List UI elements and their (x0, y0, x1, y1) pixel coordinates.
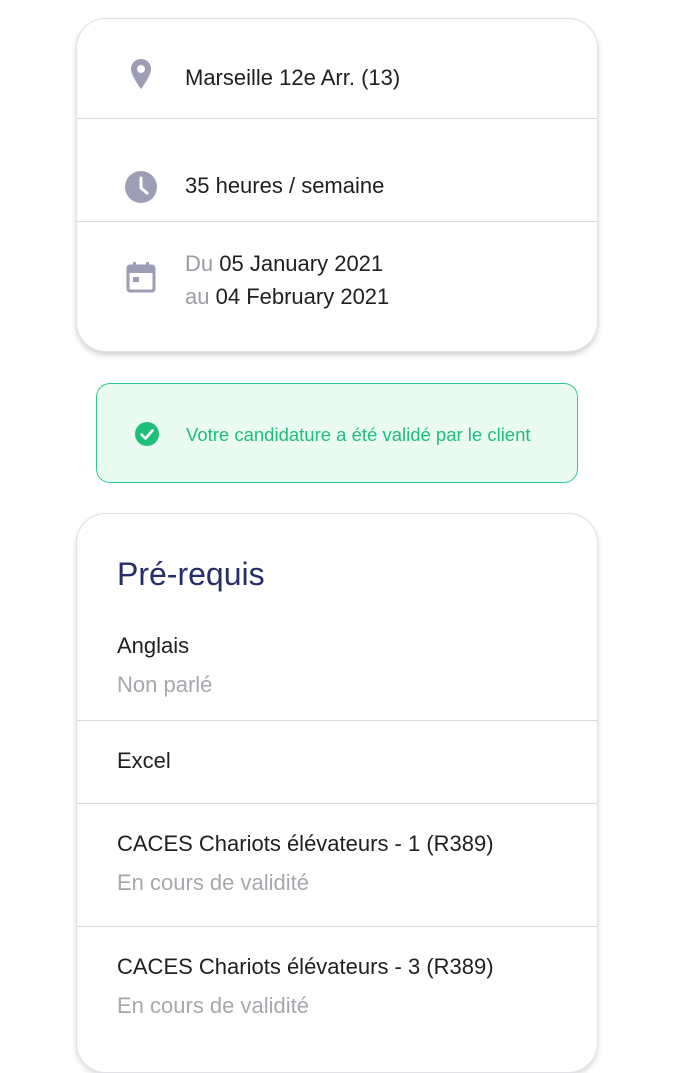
date-to-prefix: au (185, 284, 210, 309)
clock-icon (123, 169, 159, 205)
prerequisites-card: Pré-requis Anglais Non parlé Excel CACES… (76, 513, 598, 1073)
location-pin-icon (123, 56, 159, 92)
date-from: Du 05 January 2021 (185, 247, 389, 280)
check-circle-icon (135, 422, 159, 446)
prerequisite-name: CACES Chariots élévateurs - 3 (R389) (117, 954, 494, 979)
prerequisite-item: CACES Chariots élévateurs - 1 (R389) En … (77, 804, 597, 926)
application-validated-banner: Votre candidature a été validé par le cl… (96, 383, 578, 483)
date-from-value: 05 January 2021 (219, 251, 384, 276)
hours-text: 35 heures / semaine (185, 173, 385, 198)
dates-row: Du 05 January 2021 au 04 February 2021 (77, 222, 597, 351)
location-text: Marseille 12e Arr. (13) (185, 65, 401, 90)
calendar-icon (123, 259, 159, 295)
date-range: Du 05 January 2021 au 04 February 2021 (185, 247, 389, 313)
location-row: Marseille 12e Arr. (13) (77, 19, 597, 119)
hours-row: 35 heures / semaine (77, 119, 597, 222)
prerequisite-name: Excel (117, 748, 171, 773)
prerequisite-status: En cours de validité (117, 870, 309, 895)
prerequisite-item: Excel (77, 721, 597, 803)
job-info-card: Marseille 12e Arr. (13) 35 heures / sema… (76, 18, 598, 352)
date-from-prefix: Du (185, 251, 214, 276)
date-to: au 04 February 2021 (185, 280, 389, 313)
prerequisite-name: CACES Chariots élévateurs - 1 (R389) (117, 831, 494, 856)
prerequisite-item: Anglais Non parlé (77, 514, 597, 720)
prerequisite-name: Anglais (117, 633, 190, 658)
prerequisite-status: Non parlé (117, 672, 213, 697)
banner-message: Votre candidature a été validé par le cl… (186, 424, 531, 445)
date-to-value: 04 February 2021 (215, 284, 390, 309)
prerequisite-status: En cours de validité (117, 993, 309, 1018)
prerequisite-item: CACES Chariots élévateurs - 3 (R389) En … (77, 927, 597, 1067)
